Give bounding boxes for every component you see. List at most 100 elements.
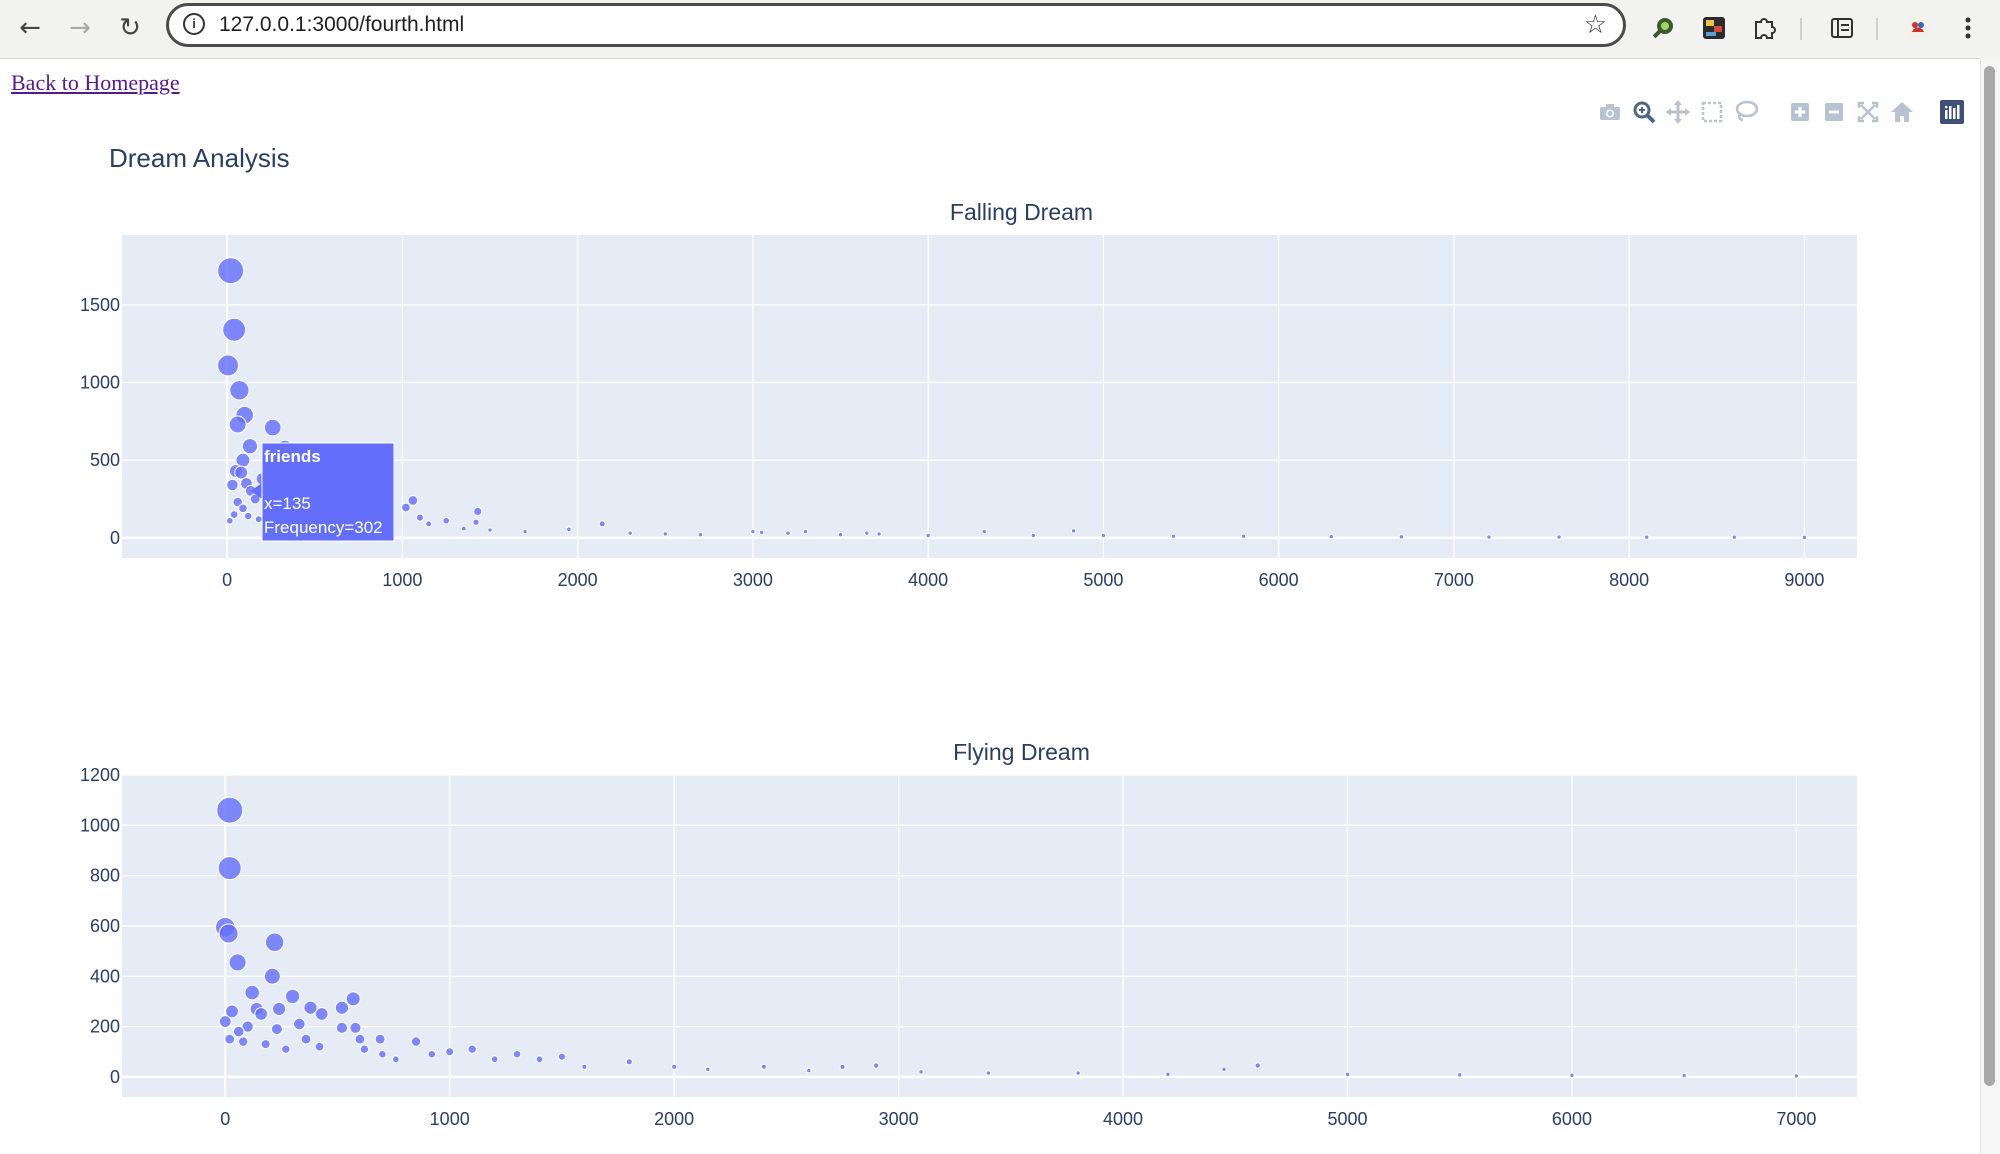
scatter-point[interactable] [410,1036,422,1047]
scatter-point[interactable] [705,1066,711,1073]
scatter-point[interactable] [224,1033,236,1045]
scatter-point[interactable] [876,531,882,537]
scatter-point[interactable] [557,1052,566,1061]
scatter-point[interactable] [217,257,245,285]
scatter-point[interactable] [802,528,809,535]
scatter-point[interactable] [217,856,242,881]
scatter-point[interactable] [985,1070,992,1076]
scatter-point[interactable] [473,506,483,517]
scatter-point[interactable] [284,988,301,1005]
scatter-point[interactable] [1075,1070,1081,1076]
scatter-point[interactable] [598,520,606,528]
scatter-point[interactable] [359,1044,370,1054]
scatter-point[interactable] [487,527,493,533]
scatter-point[interactable] [260,1039,271,1050]
scatter-point[interactable] [925,532,931,539]
scatter-point[interactable] [335,1021,349,1034]
scatter-point[interactable] [244,984,260,1001]
scatter-point[interactable] [1486,534,1492,540]
scatter-point[interactable] [314,1007,329,1021]
scatter-point[interactable] [226,478,239,492]
scatter-point[interactable] [1398,534,1405,540]
scatter-point[interactable] [425,520,433,528]
scatter-point[interactable] [512,1049,522,1059]
scatter-point[interactable] [217,354,239,377]
scatter-point[interactable] [760,1063,767,1070]
scatter-point[interactable] [378,1049,387,1059]
scatter-point[interactable] [472,518,480,526]
scatter-point[interactable] [1240,533,1247,539]
scatter-point[interactable] [785,530,791,536]
scatter-point[interactable] [750,528,756,535]
scatter-point[interactable] [535,1055,544,1064]
scatter-point[interactable] [241,438,259,455]
scatter-point[interactable] [1801,534,1808,541]
scatter-point[interactable] [391,1055,400,1064]
scatter-point[interactable] [872,1062,880,1069]
scatter-point[interactable] [1731,534,1738,540]
scatter-point[interactable] [216,796,244,824]
scatter-point[interactable] [1100,532,1107,539]
scatter-point[interactable] [864,530,870,536]
scatter-point[interactable] [228,953,247,972]
scatter-point[interactable] [662,531,668,537]
scatter-point[interactable] [427,1049,437,1059]
scatter-point[interactable] [1681,1072,1687,1079]
scatter-point[interactable] [349,1021,362,1034]
scatter-point[interactable] [314,1041,325,1052]
scatter-point[interactable] [1556,534,1562,540]
scatter-point[interactable] [1569,1072,1575,1079]
scatter-point[interactable] [1457,1072,1463,1078]
scatter-point[interactable] [243,511,253,521]
scatter-point[interactable] [697,532,704,538]
scatter-point[interactable] [1328,533,1334,540]
scatter-point[interactable] [354,1033,366,1045]
scatter-point[interactable] [238,503,248,514]
scatter-point[interactable] [254,515,263,524]
scatter-point[interactable] [1254,1062,1261,1069]
scatter-point[interactable] [345,991,361,1007]
scatter-point[interactable] [222,317,247,342]
scatter-point[interactable] [401,502,411,513]
scatter-point[interactable] [232,1025,245,1038]
scatter-point[interactable] [237,1036,249,1047]
scatter-point[interactable] [581,1063,588,1070]
page-scrollbar-thumb[interactable] [1984,66,1995,1086]
scatter-point[interactable] [671,1063,678,1070]
scatter-point[interactable] [270,1023,283,1036]
scatter-point[interactable] [300,1033,312,1045]
scatter-point[interactable] [407,495,419,506]
scatter-point[interactable] [918,1069,924,1075]
scatter-point[interactable] [263,967,281,985]
scatter-point[interactable] [837,532,844,538]
scatter-point[interactable] [1221,1066,1227,1073]
scatter-point[interactable] [415,513,425,522]
plot-background[interactable] [122,775,1857,1097]
scatter-point[interactable] [234,465,249,480]
scatter-point[interactable] [467,1044,477,1054]
scatter-point[interactable] [566,526,572,533]
scatter-point[interactable] [460,525,467,532]
scatter-point[interactable] [229,380,250,401]
scatter-point[interactable] [218,1015,232,1028]
scatter-point[interactable] [1070,528,1077,534]
scatter-point[interactable] [981,528,987,535]
scatter-point[interactable] [1793,1073,1800,1079]
scatter-point[interactable] [490,1055,499,1064]
scatter-point[interactable] [334,1000,350,1015]
scatter-point[interactable] [374,1033,386,1045]
scatter-point[interactable] [228,415,247,434]
scatter-point[interactable] [254,1007,268,1021]
scatter-point[interactable] [293,1017,306,1031]
scatter-point[interactable] [1344,1071,1351,1078]
scatter-point[interactable] [1165,1071,1171,1078]
scatter-point[interactable] [839,1063,846,1070]
scatter-point[interactable] [806,1067,812,1074]
scatter-point[interactable] [1030,532,1037,539]
scatter-point[interactable] [281,1044,291,1054]
scatter-point[interactable] [627,530,633,536]
scatter-point[interactable] [445,1047,455,1057]
scatter-point[interactable] [264,932,285,953]
scatter-point[interactable] [625,1058,633,1066]
scatter-point[interactable] [758,529,765,536]
